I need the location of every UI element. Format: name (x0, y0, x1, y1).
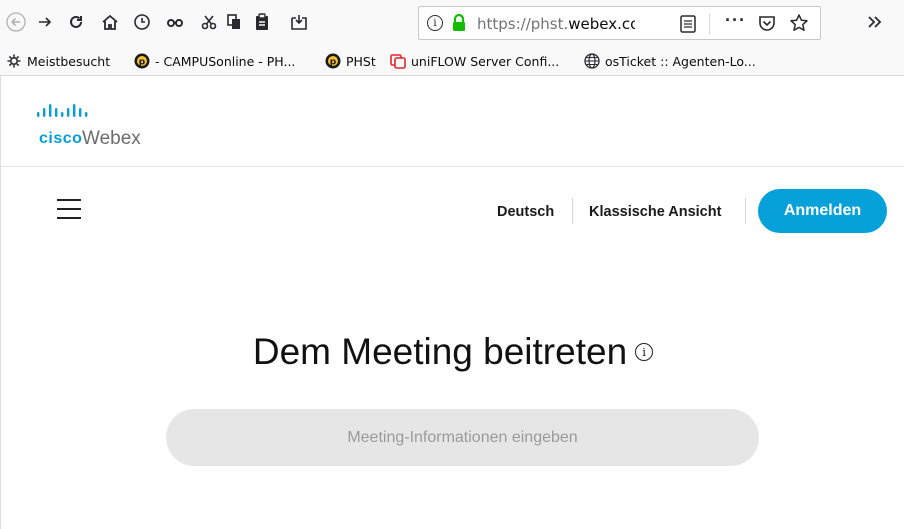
gear-icon (6, 53, 22, 69)
bookmark-meistbesucht[interactable]: Meistbesucht (6, 52, 110, 70)
pocket-icon[interactable] (758, 14, 776, 37)
page-title: Dem Meeting beitreten (252, 331, 628, 372)
paste-icon[interactable] (250, 10, 274, 34)
browser-toolbar: i https://phst.webex.co ··· (0, 0, 904, 46)
nav-separator (572, 198, 573, 224)
overflow-icon[interactable] (862, 10, 886, 34)
page-heading: Dem Meeting beitreten i (1, 331, 904, 373)
url-separator (709, 14, 710, 34)
copy-icon[interactable] (222, 10, 246, 34)
bookmark-label: PHSt (346, 53, 376, 69)
screenshot-icon[interactable] (287, 10, 311, 34)
bookmarks-bar: Meistbesucht p - CAMPUSonline - PH... p … (0, 46, 904, 76)
star-icon[interactable] (789, 13, 809, 38)
info-icon[interactable]: i (635, 343, 654, 362)
globe-icon (584, 53, 600, 69)
campus-icon: p (325, 53, 341, 69)
svg-text:p: p (139, 58, 146, 68)
nav-separator (745, 198, 746, 224)
bookmark-uniflow[interactable]: uniFLOW Server Confi... (390, 52, 559, 70)
home-icon[interactable] (98, 10, 122, 34)
more-icon[interactable]: ··· (725, 10, 746, 31)
lock-icon[interactable] (451, 13, 467, 38)
bookmark-label: osTicket :: Agenten-Lo... (605, 53, 756, 69)
bookmark-phst[interactable]: p PHSt (325, 52, 376, 70)
forward-icon[interactable] (33, 10, 57, 34)
bookmark-label: Meistbesucht (27, 53, 111, 69)
info-glyph: i (642, 345, 646, 359)
bookmark-label: - CAMPUSonline - PH... (155, 53, 296, 69)
url-bar[interactable]: i https://phst.webex.co ··· (418, 6, 821, 40)
bookmark-osticket[interactable]: osTicket :: Agenten-Lo... (584, 52, 756, 70)
webex-page: cisco Webex Deutsch Klassische Ansicht A… (0, 76, 904, 529)
reload-icon[interactable] (64, 10, 88, 34)
svg-text:p: p (330, 58, 337, 68)
url-text[interactable]: https://phst.webex.co (477, 15, 635, 33)
logo-product: Webex (82, 128, 141, 149)
language-link[interactable]: Deutsch (497, 204, 554, 220)
back-icon[interactable] (4, 10, 28, 34)
reader-view-icon[interactable] (680, 15, 696, 38)
classic-view-link[interactable]: Klassische Ansicht (589, 204, 721, 220)
history-icon[interactable] (130, 10, 154, 34)
bookmark-label: uniFLOW Server Confi... (411, 53, 560, 69)
glasses-icon[interactable] (163, 10, 187, 34)
hamburger-menu-icon[interactable] (57, 197, 83, 223)
meeting-info-input[interactable] (166, 409, 759, 466)
logo-brand: cisco (39, 130, 83, 147)
header-divider (1, 166, 904, 167)
cut-icon[interactable] (197, 10, 221, 34)
sign-in-button[interactable]: Anmelden (758, 189, 887, 233)
uniflow-icon (390, 53, 406, 69)
campus-icon: p (134, 53, 150, 69)
info-icon[interactable]: i (427, 15, 443, 31)
bookmark-campusonline[interactable]: p - CAMPUSonline - PH... (134, 52, 295, 70)
cisco-logo-icon (37, 104, 105, 127)
